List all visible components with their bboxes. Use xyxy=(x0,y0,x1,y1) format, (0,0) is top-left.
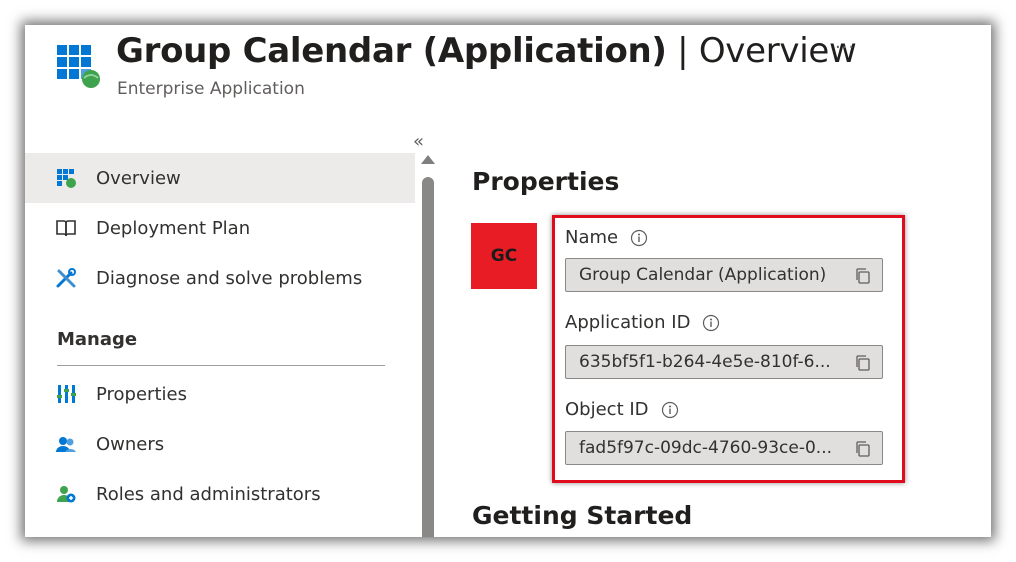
sidebar-item-label: Deployment Plan xyxy=(96,217,251,239)
sidebar-item-partial[interactable] xyxy=(25,519,415,537)
manage-divider xyxy=(57,365,385,366)
roles-icon xyxy=(57,486,76,503)
name-label: Name xyxy=(565,227,648,248)
users-icon xyxy=(55,533,77,537)
enterprise-app-icon xyxy=(57,45,100,88)
sidebar-item-diagnose[interactable]: Diagnose and solve problems xyxy=(25,253,415,303)
page-title: Group Calendar (Application) | Overview xyxy=(116,31,857,71)
sidebar-item-label: Owners xyxy=(96,433,165,455)
scroll-up-arrow[interactable] xyxy=(421,155,435,164)
collapse-sidebar-icon[interactable]: « xyxy=(413,131,424,152)
name-field[interactable]: Group Calendar (Application) xyxy=(565,258,883,292)
manage-heading: Manage xyxy=(57,329,138,350)
info-icon[interactable] xyxy=(702,314,720,332)
properties-icon xyxy=(57,385,76,403)
application-id-field[interactable]: 635bf5f1-b264-4e5e-810f-6... xyxy=(565,345,883,379)
getting-started-heading: Getting Started xyxy=(472,501,693,530)
properties-heading: Properties xyxy=(472,167,620,196)
object-id-label: Object ID xyxy=(565,399,679,420)
app-avatar: GC xyxy=(471,223,537,289)
sidebar-item-properties[interactable]: Properties xyxy=(25,369,415,419)
grid-icon xyxy=(57,169,76,188)
name-value: Group Calendar (Application) xyxy=(579,265,827,285)
sidebar-scrollbar[interactable] xyxy=(421,155,435,537)
copy-icon[interactable] xyxy=(854,267,872,285)
info-icon[interactable] xyxy=(661,401,679,419)
sidebar-item-label: Roles and administrators xyxy=(96,483,321,505)
book-icon xyxy=(56,220,76,237)
app-frame: Group Calendar (Application) | Overview … xyxy=(25,25,991,537)
object-id-value: fad5f97c-09dc-4760-93ce-0... xyxy=(579,438,833,458)
more-options-icon[interactable]: ··· xyxy=(835,37,855,58)
copy-icon[interactable] xyxy=(854,354,872,372)
scroll-thumb[interactable] xyxy=(422,177,434,537)
application-id-label: Application ID xyxy=(565,312,720,333)
sidebar-item-overview[interactable]: Overview xyxy=(25,153,415,203)
info-icon[interactable] xyxy=(630,229,648,247)
sidebar-item-deployment-plan[interactable]: Deployment Plan xyxy=(25,203,415,253)
application-id-value: 635bf5f1-b264-4e5e-810f-6... xyxy=(579,352,831,372)
copy-icon[interactable] xyxy=(854,440,872,458)
owners-icon xyxy=(56,437,76,452)
sidebar-item-label: Overview xyxy=(96,167,181,189)
object-id-field[interactable]: fad5f97c-09dc-4760-93ce-0... xyxy=(565,431,883,465)
sidebar-item-label: Diagnose and solve problems xyxy=(96,267,363,289)
sidebar-item-label: Properties xyxy=(96,383,187,405)
page-subtitle: Enterprise Application xyxy=(117,79,305,99)
tools-icon xyxy=(56,268,76,288)
sidebar-item-roles[interactable]: Roles and administrators xyxy=(25,469,415,519)
sidebar-item-owners[interactable]: Owners xyxy=(25,419,415,469)
